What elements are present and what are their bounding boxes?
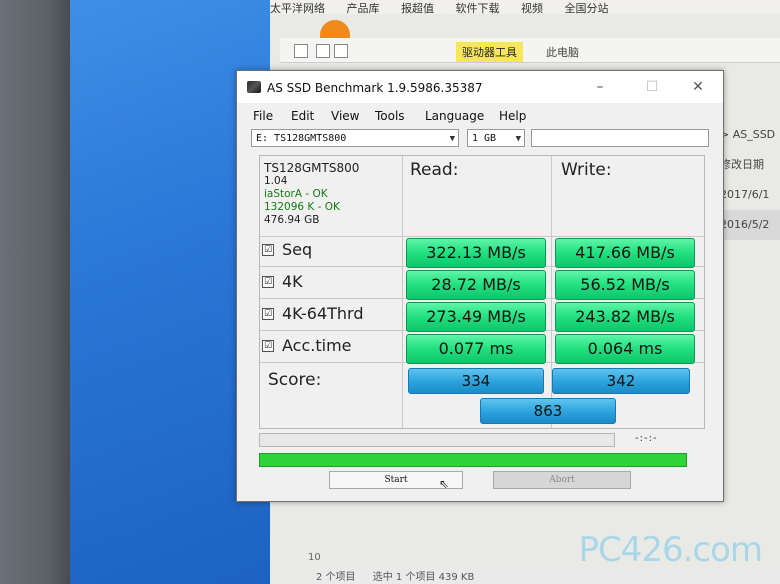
alignment-status: 132096 K - OK — [264, 201, 340, 213]
score-write: 342 — [552, 368, 690, 394]
drive-dropdown-value: E: TS128GMTS800 — [256, 133, 347, 144]
result-acctime-write: 0.064 ms — [555, 334, 695, 364]
site-logo-icon — [320, 20, 350, 38]
mouse-cursor-icon: ⇖ — [439, 477, 450, 491]
test-size-value: 1 GB — [472, 133, 497, 144]
score-total: 863 — [480, 398, 616, 424]
result-4k64-read: 273.49 MB/s — [406, 302, 546, 332]
site-nav-item[interactable]: 软件下载 — [456, 2, 500, 14]
column-header-date[interactable]: 修改日期 — [720, 150, 780, 180]
result-acctime-read: 0.077 ms — [406, 334, 546, 364]
checkbox-icon[interactable] — [316, 44, 330, 58]
score-read: 334 — [408, 368, 544, 394]
close-button[interactable]: ✕ — [687, 77, 709, 97]
row-label-text: Acc.time — [282, 336, 352, 355]
tab-drive-tools[interactable]: 驱动器工具 — [456, 42, 523, 62]
results-grid: TS128GMTS800 1.04 iaStorA - OK 132096 K … — [259, 155, 705, 429]
test-progress-bar — [259, 433, 615, 447]
abort-button[interactable]: Abort — [493, 471, 631, 489]
status-bar: 2 个项目 选中 1 个项目 439 KB — [316, 568, 780, 584]
selection-info: 选中 1 个项目 439 KB — [372, 572, 475, 583]
status-field[interactable] — [531, 129, 709, 147]
menu-view[interactable]: View — [331, 109, 359, 123]
menu-language[interactable]: Language — [425, 109, 484, 123]
site-nav-item[interactable]: 产品库 — [347, 2, 380, 14]
site-nav-item[interactable]: 视频 — [521, 2, 543, 14]
watermark-logo: PC426.com — [578, 530, 763, 570]
drive-model: TS128GMTS800 — [264, 161, 360, 175]
file-date: 2016/5/2 — [720, 210, 780, 240]
menu-file[interactable]: File — [253, 109, 273, 123]
site-nav-item[interactable]: 太平洋网络 — [270, 2, 325, 14]
menu-help[interactable]: Help — [499, 109, 526, 123]
menu-tools[interactable]: Tools — [375, 109, 405, 123]
app-icon — [247, 81, 261, 93]
chevron-down-icon: ▼ — [449, 134, 455, 144]
breadcrumb[interactable]: > AS_SSD — [720, 120, 780, 150]
drive-capacity: 476.94 GB — [264, 214, 320, 226]
write-header: Write: — [561, 160, 612, 180]
result-seq-read: 322.13 MB/s — [406, 238, 546, 268]
grid-divider — [402, 156, 403, 428]
site-nav-item[interactable]: 全国分站 — [565, 2, 609, 14]
test-size-dropdown[interactable]: 1 GB ▼ — [467, 129, 525, 147]
row-label-acc-time[interactable]: ☑ Acc.time — [262, 336, 352, 355]
control-row: E: TS128GMTS800 ▼ 1 GB ▼ — [251, 129, 709, 149]
row-label-4k[interactable]: ☑ 4K — [262, 272, 303, 291]
explorer-file-list: > AS_SSD 修改日期 2017/6/1 2016/5/2 — [720, 120, 780, 240]
row-label-seq[interactable]: ☑ Seq — [262, 240, 312, 259]
drive-dropdown[interactable]: E: TS128GMTS800 ▼ — [251, 129, 459, 147]
window-title: AS SSD Benchmark 1.9.5986.35387 — [267, 81, 483, 95]
menu-edit[interactable]: Edit — [291, 109, 314, 123]
checkbox-icon[interactable]: ☑ — [262, 243, 274, 256]
side-number: 10 — [308, 552, 321, 563]
row-label-text: 4K-64Thrd — [282, 304, 364, 323]
as-ssd-window: AS SSD Benchmark 1.9.5986.35387 – ☐ ✕ Fi… — [236, 70, 724, 502]
score-label: Score: — [268, 370, 322, 390]
read-header: Read: — [410, 160, 459, 180]
result-seq-write: 417.66 MB/s — [555, 238, 695, 268]
menu-bar: File Edit View Tools Language Help — [237, 107, 723, 127]
checkbox-icon[interactable]: ☑ — [262, 275, 274, 288]
tab-this-pc[interactable]: 此电脑 — [546, 44, 579, 60]
explorer-ribbon: 驱动器工具 此电脑 — [280, 38, 780, 63]
row-label-4k-64thrd[interactable]: ☑ 4K-64Thrd — [262, 304, 364, 323]
row-label-text: 4K — [282, 272, 303, 291]
driver-status: iaStorA - OK — [264, 188, 328, 200]
file-date: 2017/6/1 — [720, 188, 770, 201]
site-nav-bar: 太平洋网络 产品库 报超值 软件下载 视频 全国分站 — [270, 0, 780, 14]
minimize-button[interactable]: – — [589, 77, 611, 97]
checkbox-icon[interactable]: ☑ — [262, 339, 274, 352]
result-4k64-write: 243.82 MB/s — [555, 302, 695, 332]
document-icon[interactable] — [334, 44, 348, 58]
elapsed-time: -:-:- — [635, 433, 658, 444]
row-label-text: Seq — [282, 240, 313, 259]
title-bar[interactable]: AS SSD Benchmark 1.9.5986.35387 – ☐ ✕ — [237, 71, 723, 103]
result-4k-write: 56.52 MB/s — [555, 270, 695, 300]
drive-info: TS128GMTS800 1.04 iaStorA - OK 132096 K … — [264, 162, 359, 227]
folder-icon[interactable] — [294, 44, 308, 58]
drive-firmware: 1.04 — [264, 175, 288, 187]
chevron-down-icon: ▼ — [515, 134, 521, 144]
checkbox-icon[interactable]: ☑ — [262, 307, 274, 320]
result-4k-read: 28.72 MB/s — [406, 270, 546, 300]
maximize-button[interactable]: ☐ — [641, 77, 663, 97]
item-count: 2 个项目 — [316, 572, 356, 583]
site-nav-item[interactable]: 报超值 — [401, 2, 434, 14]
grid-divider — [260, 236, 704, 237]
overall-progress-bar — [259, 453, 687, 467]
